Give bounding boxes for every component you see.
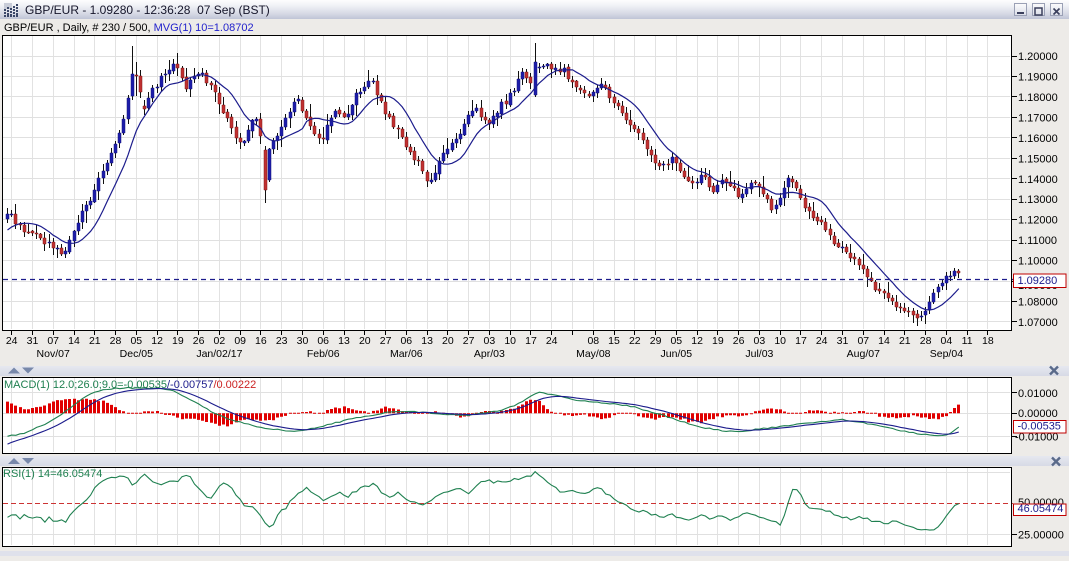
svg-text:05: 05 [670,335,682,347]
svg-text:27: 27 [463,335,475,347]
svg-text:GBP/EUR , Daily, # 230 / 500,: GBP/EUR , Daily, # 230 / 500, MVG(1) 10=… [4,22,254,34]
svg-text:Nov/07: Nov/07 [37,348,70,360]
svg-text:Feb/06: Feb/06 [307,348,340,360]
svg-text:24: 24 [816,335,828,347]
svg-text:29: 29 [650,335,662,347]
svg-text:24: 24 [546,335,558,347]
svg-text:Apr/03: Apr/03 [474,348,505,360]
svg-text:04: 04 [941,335,953,347]
svg-text:RSI(1) 14=46.05474: RSI(1) 14=46.05474 [3,468,102,480]
svg-text:07: 07 [47,335,59,347]
svg-text:10: 10 [504,335,516,347]
svg-text:17: 17 [795,335,807,347]
svg-text:21: 21 [899,335,911,347]
svg-text:MACD(1) 12.0;26.0;9.0=-0.00535: MACD(1) 12.0;26.0;9.0=-0.00535/-0.00757/… [4,379,256,391]
svg-text:0.00000: 0.00000 [1018,408,1058,420]
svg-text:24: 24 [6,335,18,347]
svg-text:27: 27 [380,335,392,347]
svg-text:1.13000: 1.13000 [1018,194,1058,206]
svg-text:-0.00535: -0.00535 [1018,421,1061,433]
svg-text:07: 07 [857,335,869,347]
svg-text:1.12000: 1.12000 [1018,215,1058,227]
svg-text:Jan/02/17: Jan/02/17 [196,348,242,360]
svg-text:19: 19 [172,335,184,347]
svg-text:Aug/07: Aug/07 [847,348,880,360]
svg-text:1.08000: 1.08000 [1018,297,1058,309]
svg-text:46.05474: 46.05474 [1018,503,1064,515]
svg-text:Jun/05: Jun/05 [661,348,693,360]
svg-text:0.01000: 0.01000 [1018,388,1058,400]
svg-text:28: 28 [110,335,122,347]
svg-text:09: 09 [234,335,246,347]
svg-text:16: 16 [255,335,267,347]
svg-text:15: 15 [608,335,620,347]
svg-text:1.20000: 1.20000 [1018,51,1058,63]
svg-text:19: 19 [712,335,724,347]
svg-text:Jul/03: Jul/03 [745,348,773,360]
svg-text:20: 20 [442,335,454,347]
svg-text:1.07000: 1.07000 [1018,317,1058,329]
svg-text:1.18000: 1.18000 [1018,92,1058,104]
svg-text:13: 13 [338,335,350,347]
svg-text:23: 23 [276,335,288,347]
svg-text:Mar/06: Mar/06 [390,348,423,360]
svg-text:22: 22 [629,335,641,347]
svg-text:17: 17 [525,335,537,347]
svg-text:30: 30 [297,335,309,347]
svg-text:03: 03 [484,335,496,347]
svg-text:02: 02 [214,335,226,347]
svg-text:06: 06 [317,335,329,347]
svg-text:26: 26 [733,335,745,347]
svg-text:31: 31 [27,335,39,347]
svg-text:31: 31 [837,335,849,347]
svg-text:1.14000: 1.14000 [1018,174,1058,186]
svg-text:12: 12 [151,335,163,347]
svg-text:20: 20 [359,335,371,347]
svg-text:21: 21 [89,335,101,347]
svg-text:11: 11 [962,335,973,347]
svg-text:05: 05 [130,335,142,347]
svg-text:1.11000: 1.11000 [1018,235,1057,247]
svg-text:03: 03 [754,335,766,347]
svg-text:13: 13 [421,335,433,347]
svg-text:06: 06 [400,335,412,347]
svg-text:10: 10 [774,335,786,347]
svg-text:14: 14 [878,335,890,347]
svg-text:08: 08 [587,335,599,347]
svg-text:28: 28 [920,335,932,347]
svg-text:1.10000: 1.10000 [1018,256,1058,268]
svg-text:1.09280: 1.09280 [1018,275,1058,287]
svg-text:26: 26 [193,335,205,347]
svg-text:May/08: May/08 [576,348,611,360]
svg-text:1.15000: 1.15000 [1018,153,1058,165]
svg-text:12: 12 [691,335,703,347]
svg-text:1.16000: 1.16000 [1018,133,1058,145]
svg-text:Sep/04: Sep/04 [930,348,963,360]
svg-text:18: 18 [982,335,994,347]
svg-text:14: 14 [68,335,80,347]
svg-text:25.00000: 25.00000 [1018,529,1064,541]
svg-text:Dec/05: Dec/05 [120,348,153,360]
svg-text:1.17000: 1.17000 [1018,112,1058,124]
svg-text:1.19000: 1.19000 [1018,72,1058,84]
